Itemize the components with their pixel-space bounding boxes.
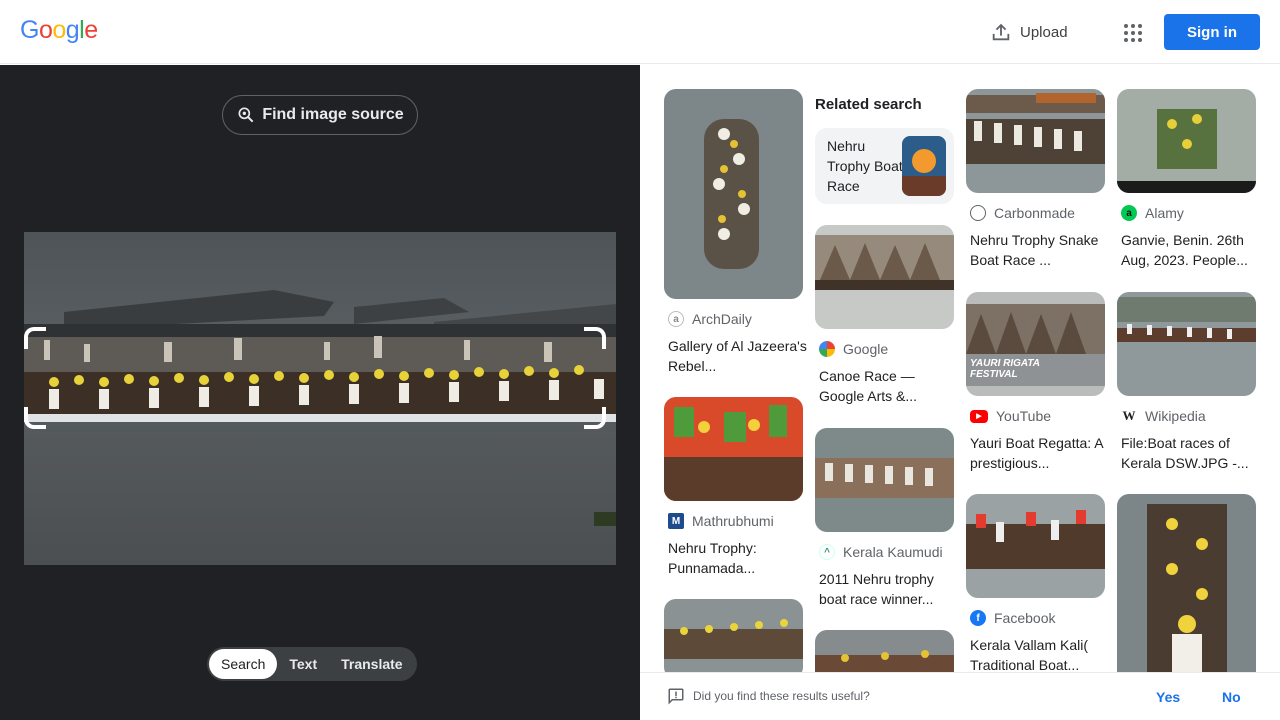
result-source[interactable]: W Wikipedia — [1121, 408, 1206, 424]
result-image[interactable] — [664, 599, 803, 672]
youtube-icon: ▶ — [970, 409, 988, 423]
lens-search-icon — [238, 107, 254, 123]
result-title[interactable]: File:Boat races of Kerala DSW.JPG -... — [1121, 433, 1261, 473]
archdaily-icon: a — [668, 311, 684, 327]
upload-label: Upload — [1020, 23, 1068, 41]
result-source-name: Kerala Kaumudi — [843, 544, 943, 560]
feedback-yes-button[interactable]: Yes — [1156, 689, 1180, 705]
kerala-kaumudi-icon: ^ — [819, 544, 835, 560]
result-source-name: Mathrubhumi — [692, 513, 774, 529]
related-search-label: Nehru Trophy Boat Race — [827, 138, 903, 194]
result-source[interactable]: M Mathrubhumi — [668, 513, 774, 529]
logo-letter: o — [52, 16, 66, 44]
result-title[interactable]: Kerala Vallam Kali( Traditional Boat... — [970, 635, 1110, 672]
upload-button[interactable]: Upload — [990, 18, 1068, 46]
apps-grid-icon[interactable] — [1120, 20, 1144, 44]
result-image[interactable] — [664, 397, 803, 501]
result-image[interactable] — [1117, 494, 1256, 672]
alamy-icon: a — [1121, 205, 1137, 221]
feedback-question: Did you find these results useful? — [693, 689, 870, 703]
related-search-chip[interactable]: Nehru Trophy Boat Race — [815, 128, 954, 204]
tab-text[interactable]: Text — [277, 649, 329, 679]
wikipedia-icon: W — [1121, 408, 1137, 424]
result-image[interactable] — [815, 225, 954, 329]
result-image[interactable] — [815, 630, 954, 672]
top-bar: Google Upload Sign in — [0, 0, 1280, 64]
result-source[interactable]: a Alamy — [1121, 205, 1184, 221]
result-source[interactable]: f Facebook — [970, 610, 1055, 626]
logo-letter: G — [20, 16, 39, 44]
result-image[interactable] — [966, 494, 1105, 598]
find-image-source-button[interactable]: Find image source — [222, 95, 418, 135]
result-title[interactable]: Nehru Trophy: Punnamada... — [668, 538, 808, 578]
find-image-source-label: Find image source — [262, 106, 404, 123]
result-title[interactable]: Gallery of Al Jazeera's Rebel... — [668, 336, 808, 376]
tab-translate[interactable]: Translate — [329, 649, 414, 679]
logo-letter: o — [38, 16, 53, 44]
upload-icon — [992, 23, 1010, 41]
feedback-bar: Did you find these results useful? Yes N… — [640, 672, 1280, 720]
sign-in-button[interactable]: Sign in — [1164, 14, 1260, 50]
crop-corner-top-right[interactable] — [584, 327, 606, 349]
globe-icon — [970, 205, 986, 221]
result-image[interactable] — [664, 89, 803, 299]
result-source[interactable]: ▶ YouTube — [970, 408, 1051, 424]
result-title[interactable]: Yauri Boat Regatta: A prestigious... — [970, 433, 1110, 473]
result-source[interactable]: a ArchDaily — [668, 311, 752, 327]
result-image[interactable] — [815, 428, 954, 532]
result-title[interactable]: 2011 Nehru trophy boat race winner... — [819, 569, 959, 609]
mathrubhumi-icon: M — [668, 513, 684, 529]
result-source[interactable]: ^ Kerala Kaumudi — [819, 544, 943, 560]
result-image[interactable] — [966, 89, 1105, 193]
visual-matches-panel: a ArchDaily Gallery of Al Jazeera's Rebe… — [640, 65, 1280, 672]
result-image[interactable]: YAURI RIGATA FESTIVAL — [966, 292, 1105, 396]
result-image[interactable] — [1117, 292, 1256, 396]
crop-corner-top-left[interactable] — [24, 327, 46, 349]
result-source[interactable]: Carbonmade — [970, 205, 1075, 221]
result-source-name: Facebook — [994, 610, 1056, 626]
video-overlay-caption: YAURI RIGATA FESTIVAL — [970, 358, 1040, 380]
tab-search[interactable]: Search — [209, 649, 278, 679]
related-search-thumbnail — [902, 136, 946, 196]
result-source-name: ArchDaily — [692, 311, 752, 327]
logo-letter: e — [84, 16, 98, 44]
related-search-heading: Related search — [815, 96, 922, 113]
result-title[interactable]: Nehru Trophy Snake Boat Race ... — [970, 230, 1110, 270]
query-image-panel: Find image source Search Text Translate — [0, 65, 640, 720]
crop-corner-bottom-right[interactable] — [584, 407, 606, 429]
result-source-name: Carbonmade — [994, 205, 1075, 221]
query-image[interactable] — [24, 232, 616, 565]
feedback-icon — [668, 688, 684, 705]
google-arts-icon — [819, 341, 835, 357]
crop-corner-bottom-left[interactable] — [24, 407, 46, 429]
logo-letter: g — [65, 16, 80, 44]
mode-switcher: Search Text Translate — [207, 647, 417, 681]
result-title[interactable]: Ganvie, Benin. 26th Aug, 2023. People... — [1121, 230, 1261, 270]
google-logo[interactable]: Google — [20, 16, 98, 45]
result-source-name: YouTube — [996, 408, 1052, 424]
result-source-name: Wikipedia — [1145, 408, 1206, 424]
result-image[interactable] — [1117, 89, 1256, 193]
result-source[interactable]: Google — [819, 341, 888, 357]
result-source-name: Google — [843, 341, 889, 357]
feedback-no-button[interactable]: No — [1222, 689, 1241, 705]
facebook-icon: f — [970, 610, 986, 626]
result-title[interactable]: Canoe Race — Google Arts &... — [819, 366, 959, 406]
result-source-name: Alamy — [1145, 205, 1184, 221]
